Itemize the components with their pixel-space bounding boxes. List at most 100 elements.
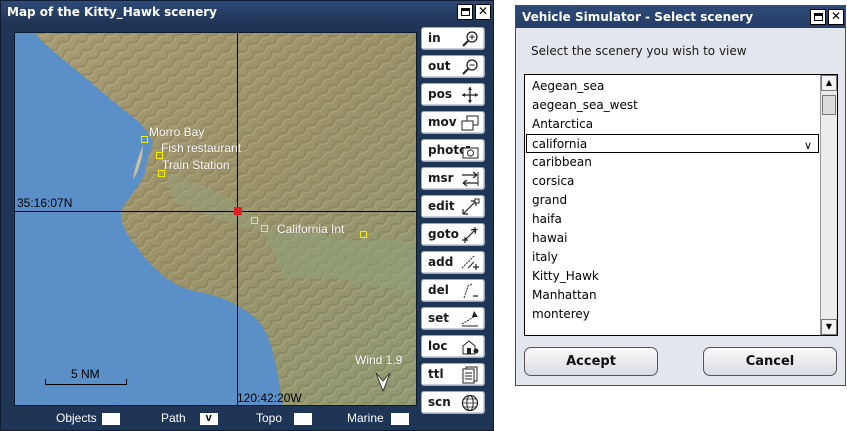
scroll-up-icon[interactable]: ▲ [821, 75, 837, 91]
crosshair-horizontal [15, 211, 416, 212]
zoom-out-button[interactable]: out [421, 55, 485, 78]
measure-icon [462, 171, 479, 187]
list-item[interactable]: Kitty_Hawk [532, 267, 599, 286]
zoom-out-label: out [428, 59, 451, 73]
list-item[interactable]: grand [532, 191, 567, 210]
add-point-label: add [428, 255, 454, 269]
close-icon: ✕ [830, 9, 842, 23]
objects-label: Objects [56, 411, 97, 425]
close-button[interactable]: ✕ [475, 4, 491, 20]
maximize-icon [460, 8, 470, 16]
location-label: loc [428, 339, 448, 353]
path-label: Path [161, 411, 186, 425]
objects-checkbox[interactable] [101, 412, 120, 425]
set-point-icon [461, 311, 478, 327]
list-item[interactable]: corsica [532, 172, 574, 191]
accept-button[interactable]: Accept [524, 347, 658, 376]
zoom-in-icon [462, 31, 478, 47]
title-list-button[interactable]: ttl [421, 363, 485, 386]
dialog-close-button[interactable]: ✕ [828, 9, 844, 25]
list-item-selected[interactable]: california ∨ [526, 134, 819, 153]
california-int-marker[interactable] [261, 225, 268, 232]
crosshair-vertical [237, 33, 238, 405]
select-scenery-dialog: Vehicle Simulator - Select scenery ✕ Sel… [515, 5, 846, 386]
path-toggle[interactable]: Path v [161, 411, 218, 425]
globe-icon [461, 394, 479, 412]
map-window-title: Map of the Kitty_Hawk scenery [7, 5, 217, 19]
photo-button[interactable]: photo [421, 139, 485, 162]
zoom-in-button[interactable]: in [421, 27, 485, 50]
list-item[interactable]: Antarctica [532, 115, 593, 134]
title-list-icon [462, 366, 478, 384]
close-icon: ✕ [477, 4, 489, 18]
maximize-icon [813, 13, 823, 21]
wind-readout: Wind 1.9 [355, 353, 403, 367]
move-button[interactable]: mov [421, 111, 485, 134]
list-item[interactable]: monterey [532, 305, 590, 324]
scenery-list[interactable]: Aegean_sea aegean_sea_west Antarctica ca… [524, 74, 838, 336]
maximize-button[interactable] [457, 4, 473, 20]
location-button[interactable]: loc [421, 335, 485, 358]
fish-restaurant-label: Fish restaurant [161, 141, 242, 155]
zoom-out-icon [462, 59, 478, 75]
path-checkbox[interactable]: v [199, 412, 218, 425]
morro-bay-label: Morro Bay [149, 125, 205, 139]
map-window: Map of the Kitty_Hawk scenery ✕ Morro Ba… [0, 0, 494, 431]
edit-button[interactable]: edit [421, 195, 485, 218]
add-point-button[interactable]: add [421, 251, 485, 274]
list-item[interactable]: italy [532, 248, 558, 267]
topo-toggle[interactable]: Topo [256, 411, 313, 425]
map-view[interactable]: Morro Bay Fish restaurant Train Station … [14, 32, 417, 406]
chevron-down-icon: ∨ [803, 139, 812, 152]
list-item[interactable]: hawai [532, 229, 567, 248]
current-position-marker [234, 207, 242, 215]
longitude-readout: 120:42:20W [237, 391, 302, 405]
wind-direction-icon [375, 372, 391, 393]
train-station-label: Train Station [162, 158, 230, 172]
scale-bar [45, 379, 127, 385]
list-item-label: california [532, 137, 588, 151]
marine-toggle[interactable]: Marine [347, 411, 409, 425]
map-layer-legend: Objects Path v Topo Marine [1, 409, 417, 429]
airport-marker[interactable] [251, 217, 258, 224]
list-scrollbar[interactable]: ▲ ▼ [820, 75, 837, 335]
list-item[interactable]: Manhattan [532, 286, 597, 305]
measure-button[interactable]: msr [421, 167, 485, 190]
title-list-label: ttl [428, 367, 444, 381]
list-item[interactable]: aegean_sea_west [532, 96, 638, 115]
map-window-titlebar[interactable]: Map of the Kitty_Hawk scenery [1, 1, 493, 23]
dialog-maximize-button[interactable] [810, 9, 826, 25]
position-label: pos [428, 87, 452, 101]
set-point-label: set [428, 311, 450, 325]
objects-toggle[interactable]: Objects [56, 411, 120, 425]
dialog-titlebar[interactable]: Vehicle Simulator - Select scenery [516, 6, 845, 28]
camera-icon [462, 146, 479, 159]
scroll-down-icon[interactable]: ▼ [821, 319, 837, 335]
list-item[interactable]: haifa [532, 210, 562, 229]
delete-point-label: del [428, 283, 449, 297]
cancel-button[interactable]: Cancel [703, 347, 837, 376]
goto-button[interactable]: goto [421, 223, 485, 246]
edit-label: edit [428, 199, 455, 213]
position-button[interactable]: pos [421, 83, 485, 106]
scenery-label: scn [428, 395, 451, 409]
measure-label: msr [428, 171, 454, 185]
morro-bay-marker[interactable] [141, 136, 148, 143]
topo-checkbox[interactable] [294, 412, 313, 425]
set-point-button[interactable]: set [421, 307, 485, 330]
goto-label: goto [428, 227, 459, 241]
windows-icon [461, 115, 479, 131]
terrain-map [35, 33, 416, 405]
add-point-icon [461, 255, 479, 270]
delete-point-button[interactable]: del [421, 279, 485, 302]
inland-marker[interactable] [360, 231, 367, 238]
scenery-button[interactable]: scn [421, 391, 485, 414]
location-icon [462, 340, 479, 355]
edit-resize-icon [462, 198, 480, 215]
scroll-thumb[interactable] [822, 95, 836, 115]
marine-checkbox[interactable] [390, 412, 409, 425]
marine-label: Marine [347, 411, 384, 425]
list-item[interactable]: caribbean [532, 153, 592, 172]
list-item[interactable]: Aegean_sea [532, 77, 604, 96]
map-toolbar: in out pos mov photo msr edit goto add d… [421, 27, 487, 419]
